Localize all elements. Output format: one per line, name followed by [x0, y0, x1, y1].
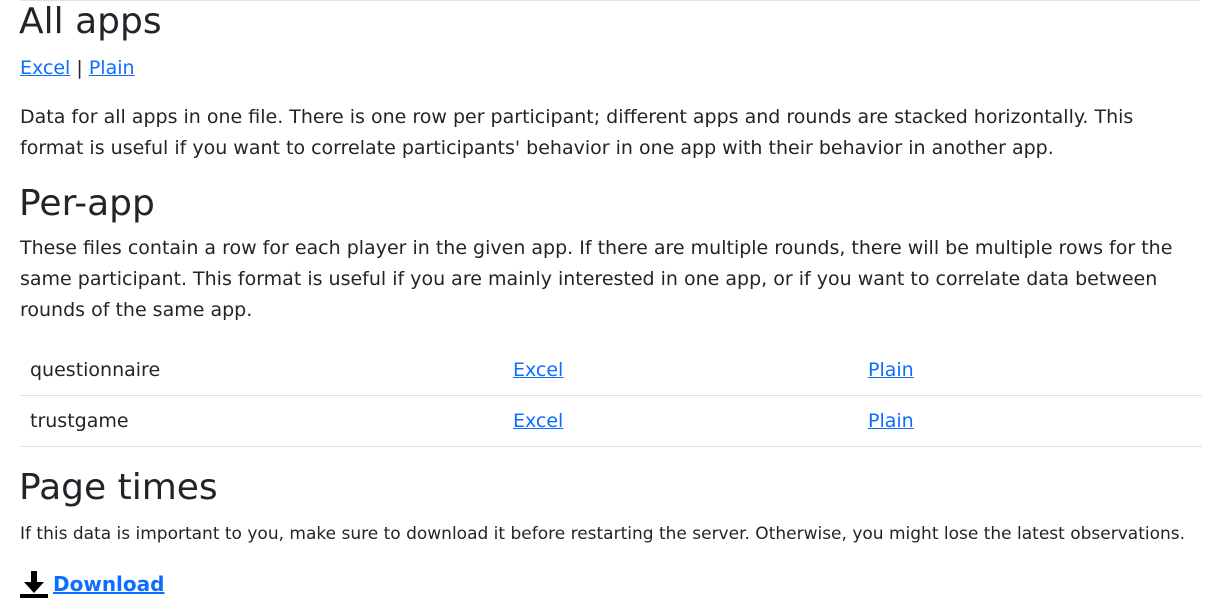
per-app-description: These files contain a row for each playe… — [20, 237, 1173, 321]
all-apps-excel-link[interactable]: Excel — [20, 57, 70, 79]
table-row: trustgame Excel Plain — [20, 395, 1202, 447]
page-times-heading: Page times — [19, 467, 218, 508]
all-apps-heading: All apps — [19, 1, 162, 42]
app-name-cell: trustgame — [20, 395, 503, 447]
per-app-table: questionnaire Excel Plain trustgame Exce… — [20, 345, 1202, 447]
plain-cell: Plain — [858, 345, 1202, 396]
link-separator: | — [76, 57, 89, 79]
per-app-heading: Per-app — [19, 183, 155, 224]
excel-cell: Excel — [503, 395, 858, 447]
download-link[interactable]: Download — [19, 569, 164, 599]
all-apps-plain-link[interactable]: Plain — [89, 57, 135, 79]
trustgame-excel-link[interactable]: Excel — [513, 410, 563, 432]
trustgame-plain-link[interactable]: Plain — [868, 410, 914, 432]
questionnaire-plain-link[interactable]: Plain — [868, 359, 914, 381]
download-icon — [20, 571, 48, 598]
plain-cell: Plain — [858, 395, 1202, 447]
all-apps-description: Data for all apps in one file. There is … — [20, 106, 1134, 159]
excel-cell: Excel — [503, 345, 858, 396]
app-name-cell: questionnaire — [20, 345, 503, 396]
questionnaire-excel-link[interactable]: Excel — [513, 359, 563, 381]
table-row: questionnaire Excel Plain — [20, 345, 1202, 396]
page: All apps Excel | Plain Data for all apps… — [0, 0, 1214, 612]
page-times-note: If this data is important to you, make s… — [20, 524, 1186, 544]
all-apps-links: Excel | Plain — [20, 53, 135, 84]
download-label: Download — [53, 572, 165, 596]
top-divider — [20, 0, 1200, 1]
